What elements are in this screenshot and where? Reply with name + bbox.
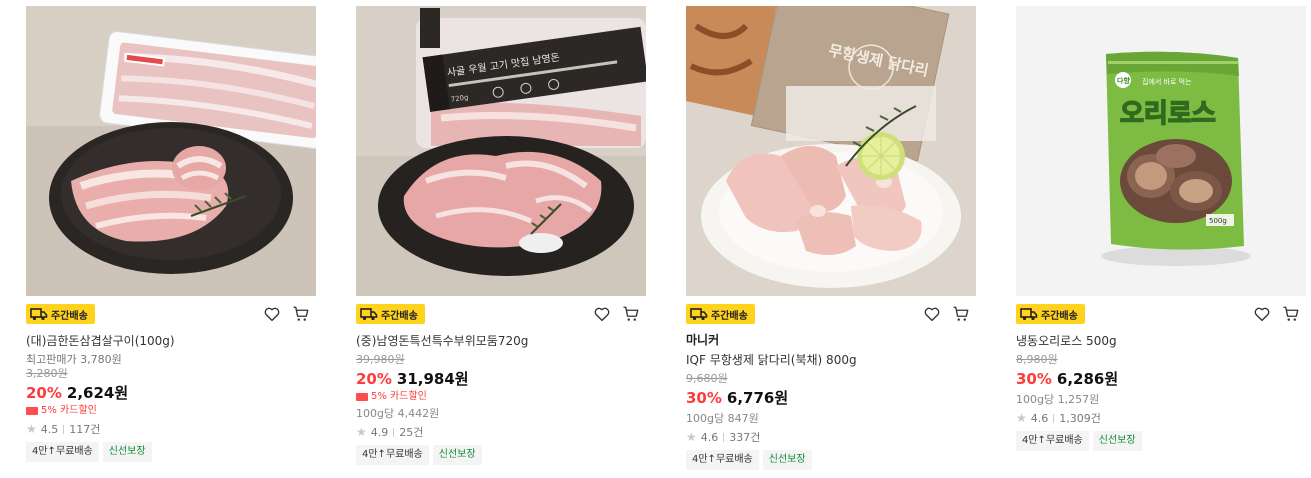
- weekly-delivery-badge: 주간배송: [1016, 304, 1085, 324]
- card-discount: 5% 카드할인: [26, 404, 316, 417]
- heart-icon[interactable]: [1253, 305, 1271, 323]
- chicken-drumstick-photo: 무항생제 닭다리: [686, 6, 976, 296]
- divider: [1053, 414, 1055, 423]
- sale-price: 31,984원: [396, 370, 469, 388]
- price-row: 30% 6,286원: [1016, 369, 1306, 389]
- svg-text:집에서 바로 먹는: 집에서 바로 먹는: [1142, 77, 1192, 86]
- tag-list: 4만↑무료배송 신선보장: [356, 445, 646, 465]
- heart-icon[interactable]: [923, 305, 941, 323]
- product-name[interactable]: IQF 무항생제 닭다리(북채) 800g: [686, 353, 976, 367]
- card-discount: 5% 카드할인: [356, 390, 646, 403]
- unit-price: 100g당 4,442원: [356, 407, 440, 420]
- card-icon: [26, 406, 38, 415]
- free-shipping-tag: 4만↑무료배송: [1016, 431, 1089, 451]
- product-card[interactable]: 무항생제 닭다리 주간배송 마니커 IQF 무항생제 닭다리(북채) 800g …: [686, 6, 976, 470]
- pork-belly-photo: [26, 6, 316, 296]
- star-icon: ★: [1016, 411, 1027, 425]
- rating-value: 4.6: [700, 431, 719, 444]
- cart-icon[interactable]: [291, 305, 311, 323]
- truck-icon: [1020, 308, 1038, 321]
- tag-list: 4만↑무료배송 신선보장: [1016, 431, 1306, 451]
- sale-price: 2,624원: [66, 384, 129, 402]
- weekly-delivery-badge: 주간배송: [26, 304, 95, 324]
- review-count: 117건: [69, 423, 101, 436]
- svg-text:500g: 500g: [1209, 217, 1227, 225]
- review-count: 25건: [399, 426, 424, 439]
- discount-rate: 20%: [356, 370, 392, 388]
- card-icon: [356, 392, 368, 401]
- rating-value: 4.6: [1030, 412, 1049, 425]
- heart-icon[interactable]: [263, 305, 281, 323]
- cart-icon[interactable]: [621, 305, 641, 323]
- divider: [393, 428, 395, 437]
- cart-icon[interactable]: [951, 305, 971, 323]
- truck-icon: [360, 308, 378, 321]
- free-shipping-tag: 4만↑무료배송: [356, 445, 429, 465]
- product-card[interactable]: 다향 집에서 바로 먹는 오리로스 500g 주간배송 냉동오리로스 500g …: [1016, 6, 1306, 451]
- price-row: 20% 2,624원: [26, 383, 316, 403]
- weekly-delivery-badge: 주간배송: [686, 304, 755, 324]
- rating: ★ 4.6 337건: [686, 430, 976, 445]
- rating: ★ 4.6 1,309건: [1016, 411, 1306, 426]
- tag-list: 4만↑무료배송 신선보장: [686, 450, 976, 470]
- truck-icon: [690, 308, 708, 321]
- star-icon: ★: [356, 425, 367, 439]
- card-discount-label: 5% 카드할인: [371, 391, 427, 402]
- discount-rate: 30%: [1016, 370, 1052, 388]
- rating: ★ 4.5 117건: [26, 422, 316, 437]
- duck-roast-package-photo: 다향 집에서 바로 먹는 오리로스 500g: [1016, 6, 1306, 296]
- free-shipping-tag: 4만↑무료배송: [686, 450, 759, 470]
- product-image[interactable]: 무항생제 닭다리: [686, 6, 976, 296]
- pork-platter-photo: 사골 우월 고기 맛집 남영돈 720g: [356, 6, 646, 296]
- freshness-tag: 신선보장: [102, 442, 152, 462]
- review-count: 1,309건: [1059, 412, 1101, 425]
- sale-price: 6,776원: [726, 389, 789, 407]
- original-price: 3,280원: [26, 367, 68, 380]
- unit-price: 100g당 1,257원: [1016, 393, 1100, 406]
- freshness-tag: 신선보장: [762, 450, 812, 470]
- review-count: 337건: [729, 431, 761, 444]
- product-name[interactable]: (대)금한돈삼겹살구이(100g): [26, 334, 316, 348]
- divider: [63, 425, 65, 434]
- star-icon: ★: [686, 430, 697, 444]
- freshness-tag: 신선보장: [432, 445, 482, 465]
- badge-label: 주간배송: [381, 310, 418, 322]
- cart-icon[interactable]: [1281, 305, 1301, 323]
- card-discount-label: 5% 카드할인: [41, 405, 97, 416]
- weekly-delivery-badge: 주간배송: [356, 304, 425, 324]
- free-shipping-tag: 4만↑무료배송: [26, 442, 99, 462]
- badge-label: 주간배송: [1041, 310, 1078, 322]
- price-row: 20% 31,984원: [356, 369, 646, 389]
- truck-icon: [30, 308, 48, 321]
- product-image[interactable]: [26, 6, 316, 296]
- unit-price: 100g당 847원: [686, 412, 759, 425]
- rating-value: 4.5: [40, 423, 59, 436]
- svg-text:오리로스: 오리로스: [1120, 99, 1216, 129]
- svg-text:다향: 다향: [1117, 76, 1130, 85]
- sale-price: 6,286원: [1056, 370, 1119, 388]
- product-card[interactable]: 주간배송 (대)금한돈삼겹살구이(100g) 최고판매가 3,780원 3,28…: [26, 6, 316, 462]
- heart-icon[interactable]: [593, 305, 611, 323]
- product-card[interactable]: 사골 우월 고기 맛집 남영돈 720g 주간배송 (중)남영돈특선특수부위모둠…: [356, 6, 646, 465]
- original-price: 9,680원: [686, 372, 728, 385]
- price-row: 30% 6,776원: [686, 388, 976, 408]
- product-image[interactable]: 사골 우월 고기 맛집 남영돈 720g: [356, 6, 646, 296]
- product-name[interactable]: (중)남영돈특선특수부위모둠720g: [356, 334, 646, 348]
- badge-label: 주간배송: [51, 310, 88, 322]
- rating: ★ 4.9 25건: [356, 425, 646, 440]
- divider: [723, 433, 725, 442]
- tag-list: 4만↑무료배송 신선보장: [26, 442, 316, 462]
- rating-value: 4.9: [370, 426, 389, 439]
- discount-rate: 20%: [26, 384, 62, 402]
- discount-rate: 30%: [686, 389, 722, 407]
- product-name[interactable]: 냉동오리로스 500g: [1016, 334, 1306, 348]
- reference-price: 최고판매가 3,780원: [26, 353, 122, 366]
- product-image[interactable]: 다향 집에서 바로 먹는 오리로스 500g: [1016, 6, 1306, 296]
- badge-label: 주간배송: [711, 310, 748, 322]
- original-price: 39,980원: [356, 353, 405, 366]
- freshness-tag: 신선보장: [1092, 431, 1142, 451]
- star-icon: ★: [26, 422, 37, 436]
- brand-name[interactable]: 마니커: [686, 333, 976, 347]
- original-price: 8,980원: [1016, 353, 1058, 366]
